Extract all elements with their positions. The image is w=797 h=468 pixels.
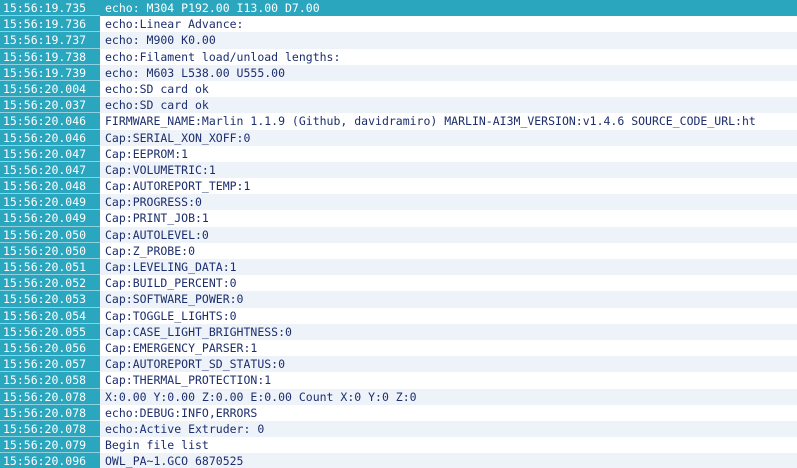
log-message: Cap:BUILD_PERCENT:0: [100, 275, 797, 292]
log-timestamp: 15:56:20.057: [0, 356, 100, 373]
log-message: echo:Linear Advance:: [100, 16, 797, 33]
log-timestamp: 15:56:20.047: [0, 161, 100, 179]
log-timestamp: 15:56:20.078: [0, 420, 100, 438]
log-line[interactable]: 15:56:20.096 OWL_PA~1.GCO 6870525: [0, 453, 797, 468]
log-message: echo: M900 K0.00: [100, 32, 797, 49]
log-line[interactable]: 15:56:20.057 Cap:AUTOREPORT_SD_STATUS:0: [0, 356, 797, 373]
log-line[interactable]: 15:56:20.058 Cap:THERMAL_PROTECTION:1: [0, 372, 797, 389]
log-timestamp: 15:56:20.053: [0, 291, 100, 308]
log-line[interactable]: 15:56:20.046 Cap:SERIAL_XON_XOFF:0: [0, 129, 797, 146]
log-timestamp: 15:56:20.054: [0, 307, 100, 324]
log-timestamp: 15:56:20.047: [0, 145, 100, 162]
log-line[interactable]: 15:56:20.078 X:0.00 Y:0.00 Z:0.00 E:0.00 …: [0, 388, 797, 405]
log-message: Cap:SOFTWARE_POWER:0: [100, 291, 797, 308]
log-line[interactable]: 15:56:20.051 Cap:LEVELING_DATA:1: [0, 259, 797, 276]
log-timestamp: 15:56:20.050: [0, 226, 100, 243]
log-message: echo: M603 L538.00 U555.00: [100, 64, 797, 81]
console-log[interactable]: 15:56:19.735 echo: M304 P192.00 I13.00 D7…: [0, 0, 797, 468]
log-line[interactable]: 15:56:20.050 Cap:Z_PROBE:0: [0, 242, 797, 259]
log-line[interactable]: 15:56:20.052 Cap:BUILD_PERCENT:0: [0, 275, 797, 292]
log-message: Cap:AUTOREPORT_SD_STATUS:0: [100, 356, 797, 373]
log-timestamp: 15:56:19.737: [0, 32, 100, 49]
log-timestamp: 15:56:20.096: [0, 453, 100, 468]
log-line[interactable]: 15:56:19.737 echo: M900 K0.00: [0, 32, 797, 49]
log-timestamp: 15:56:19.738: [0, 48, 100, 65]
log-timestamp: 15:56:20.049: [0, 194, 100, 211]
log-line[interactable]: 15:56:19.738 echo:Filament load/unload le…: [0, 48, 797, 65]
log-message: Cap:TOGGLE_LIGHTS:0: [100, 307, 797, 324]
log-line[interactable]: 15:56:20.054 Cap:TOGGLE_LIGHTS:0: [0, 307, 797, 324]
log-timestamp: 15:56:20.046: [0, 129, 100, 146]
log-line[interactable]: 15:56:20.049 Cap:PROGRESS:0: [0, 194, 797, 211]
log-line[interactable]: 15:56:19.739 echo: M603 L538.00 U555.00: [0, 64, 797, 81]
log-message: Cap:PROGRESS:0: [100, 194, 797, 211]
log-message: Cap:AUTOLEVEL:0: [100, 226, 797, 243]
log-message: Begin file list: [100, 437, 797, 454]
log-line[interactable]: 15:56:20.050 Cap:AUTOLEVEL:0: [0, 226, 797, 243]
log-message: Cap:Z_PROBE:0: [100, 242, 797, 259]
log-timestamp: 15:56:20.078: [0, 404, 100, 421]
log-line[interactable]: 15:56:20.053 Cap:SOFTWARE_POWER:0: [0, 291, 797, 308]
log-message: echo: M304 P192.00 I13.00 D7.00: [100, 0, 797, 17]
log-timestamp: 15:56:19.739: [0, 64, 100, 81]
log-message: Cap:THERMAL_PROTECTION:1: [100, 372, 797, 389]
log-message: X:0.00 Y:0.00 Z:0.00 E:0.00 Count X:0 Y:…: [100, 388, 797, 405]
log-message: Cap:PRINT_JOB:1: [100, 210, 797, 227]
log-timestamp: 15:56:20.048: [0, 178, 100, 195]
log-line[interactable]: 15:56:20.078 echo:DEBUG:INFO,ERRORS: [0, 404, 797, 421]
log-timestamp: 15:56:20.052: [0, 275, 100, 292]
log-line[interactable]: 15:56:20.046 FIRMWARE_NAME:Marlin 1.1.9 (…: [0, 113, 797, 130]
log-line[interactable]: 15:56:20.047 Cap:VOLUMETRIC:1: [0, 161, 797, 179]
log-timestamp: 15:56:20.078: [0, 388, 100, 405]
log-message: Cap:AUTOREPORT_TEMP:1: [100, 178, 797, 195]
log-message: echo:SD card ok: [100, 80, 797, 98]
log-message: Cap:CASE_LIGHT_BRIGHTNESS:0: [100, 323, 797, 340]
log-timestamp: 15:56:20.058: [0, 372, 100, 389]
log-line[interactable]: 15:56:20.037 echo:SD card ok: [0, 97, 797, 114]
log-line[interactable]: 15:56:20.047 Cap:EEPROM:1: [0, 145, 797, 162]
log-line[interactable]: 15:56:20.055 Cap:CASE_LIGHT_BRIGHTNESS:0: [0, 323, 797, 340]
log-line[interactable]: 15:56:20.078 echo:Active Extruder: 0: [0, 420, 797, 438]
log-timestamp: 15:56:20.079: [0, 437, 100, 454]
log-message: echo:SD card ok: [100, 97, 797, 114]
log-timestamp: 15:56:19.735: [0, 0, 100, 17]
log-line[interactable]: 15:56:20.079 Begin file list: [0, 437, 797, 454]
log-line[interactable]: 15:56:20.049 Cap:PRINT_JOB:1: [0, 210, 797, 227]
log-message: Cap:LEVELING_DATA:1: [100, 259, 797, 276]
log-timestamp: 15:56:20.050: [0, 242, 100, 259]
log-line[interactable]: 15:56:19.736 echo:Linear Advance:: [0, 16, 797, 33]
log-timestamp: 15:56:20.051: [0, 259, 100, 276]
log-timestamp: 15:56:19.736: [0, 16, 100, 33]
log-message: echo:Active Extruder: 0: [100, 420, 797, 438]
log-timestamp: 15:56:20.055: [0, 323, 100, 340]
log-line[interactable]: 15:56:20.004 echo:SD card ok: [0, 80, 797, 98]
log-message: echo:DEBUG:INFO,ERRORS: [100, 404, 797, 421]
log-message: OWL_PA~1.GCO 6870525: [100, 453, 797, 468]
log-timestamp: 15:56:20.049: [0, 210, 100, 227]
log-timestamp: 15:56:20.004: [0, 80, 100, 98]
log-message: FIRMWARE_NAME:Marlin 1.1.9 (Github, davi…: [100, 113, 797, 130]
log-message: Cap:SERIAL_XON_XOFF:0: [100, 129, 797, 146]
log-line[interactable]: 15:56:20.048 Cap:AUTOREPORT_TEMP:1: [0, 178, 797, 195]
log-message: echo:Filament load/unload lengths:: [100, 48, 797, 65]
log-message: Cap:EEPROM:1: [100, 145, 797, 162]
log-message: Cap:VOLUMETRIC:1: [100, 161, 797, 179]
log-timestamp: 15:56:20.046: [0, 113, 100, 130]
log-timestamp: 15:56:20.056: [0, 339, 100, 357]
log-line[interactable]: 15:56:20.056 Cap:EMERGENCY_PARSER:1: [0, 339, 797, 357]
log-timestamp: 15:56:20.037: [0, 97, 100, 114]
log-line[interactable]: 15:56:19.735 echo: M304 P192.00 I13.00 D7…: [0, 0, 797, 17]
log-message: Cap:EMERGENCY_PARSER:1: [100, 339, 797, 357]
